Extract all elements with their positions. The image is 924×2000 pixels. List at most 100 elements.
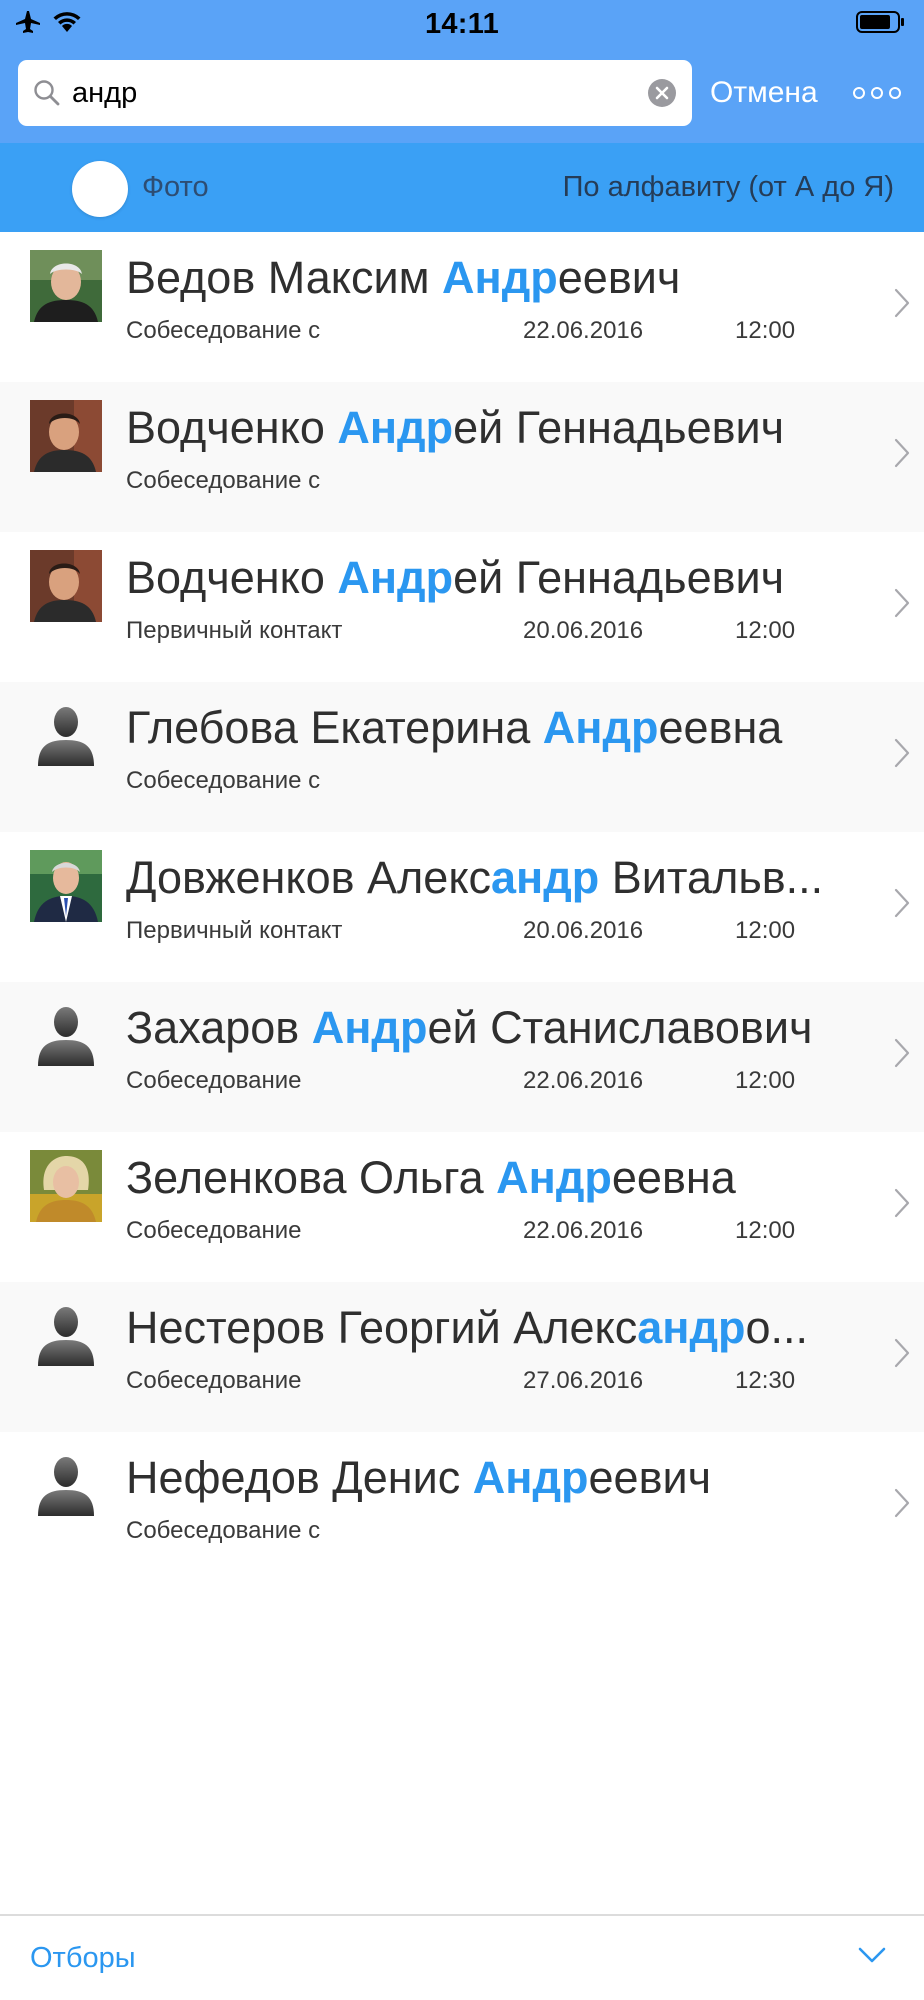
- avatar-photo: [30, 1150, 102, 1222]
- name-text: еевна: [611, 1152, 736, 1203]
- candidate-date: 22.06.2016: [523, 1217, 644, 1244]
- name-text: Водченко: [126, 402, 338, 453]
- candidate-name: Нефедов Денис Андреевич: [126, 1452, 866, 1504]
- candidate-list: Ведов Максим Андреевич Собеседование с 22.…: [0, 232, 924, 1582]
- status-bar: 14:11: [0, 0, 924, 48]
- name-text: ей Геннадьевич: [453, 402, 785, 453]
- search-box: [18, 60, 692, 126]
- name-text: ей Геннадьевич: [453, 552, 785, 603]
- more-options-icon[interactable]: [852, 86, 902, 100]
- candidate-time: 12:00: [735, 1067, 796, 1094]
- chevron-right-icon: [894, 438, 910, 468]
- name-match-highlight: андр: [491, 852, 600, 903]
- top-area: 14:11 андр Отмена: [0, 0, 924, 143]
- candidate-name: Водченко Андрей Геннадьевич: [126, 402, 866, 454]
- sort-order-button[interactable]: По алфавиту (от А до Я): [563, 143, 894, 232]
- candidate-status: Собеседование с: [126, 767, 321, 794]
- candidate-date: 22.06.2016: [523, 317, 644, 344]
- bottom-bar: Отборы: [0, 1914, 924, 2000]
- candidate-name: Ведов Максим Андреевич: [126, 252, 866, 304]
- candidate-status: Собеседование с: [126, 317, 321, 344]
- candidate-name: Захаров Андрей Станиславович: [126, 1002, 866, 1054]
- name-match-highlight: Андр: [472, 1452, 589, 1503]
- candidate-date: 20.06.2016: [523, 617, 644, 644]
- name-text: еевич: [588, 1452, 712, 1503]
- person-placeholder-icon: [30, 1300, 102, 1372]
- candidate-date: 27.06.2016: [523, 1367, 644, 1394]
- candidate-row[interactable]: Нефедов Денис Андреевич Собеседование с: [0, 1432, 924, 1582]
- photo-toggle[interactable]: [72, 161, 128, 217]
- candidate-row[interactable]: Ведов Максим Андреевич Собеседование с 22.…: [0, 232, 924, 382]
- filter-bar: Фото По алфавиту (от А до Я): [0, 143, 924, 232]
- screen: 14:11 андр Отмена Фото По алфавиту (от А…: [0, 0, 924, 2000]
- name-text: Довженков Алекс: [126, 852, 492, 903]
- chevron-right-icon: [894, 1038, 910, 1068]
- candidate-row[interactable]: Глебова Екатерина Андреевна Собеседование…: [0, 682, 924, 832]
- chevron-right-icon: [894, 288, 910, 318]
- chevron-right-icon: [894, 888, 910, 918]
- avatar-photo: [30, 550, 102, 622]
- cancel-button[interactable]: Отмена: [710, 60, 818, 126]
- name-match-highlight: Андр: [442, 252, 558, 303]
- candidate-name: Глебова Екатерина Андреевна: [126, 702, 866, 754]
- avatar-photo: [30, 400, 102, 472]
- photo-label: Фото: [142, 171, 209, 203]
- name-text: Витальв...: [599, 852, 824, 903]
- name-text: Зеленкова Ольга: [126, 1152, 497, 1203]
- candidate-status: Собеседование: [126, 1367, 302, 1394]
- candidate-row[interactable]: Зеленкова Ольга Андреевна Собеседование 22…: [0, 1132, 924, 1282]
- candidate-row[interactable]: Захаров Андрей Станиславович Собеседовани…: [0, 982, 924, 1132]
- name-match-highlight: Андр: [542, 702, 659, 753]
- candidate-date: 22.06.2016: [523, 1067, 644, 1094]
- chevron-right-icon: [894, 588, 910, 618]
- clear-search-icon[interactable]: [648, 79, 676, 107]
- candidate-date: 20.06.2016: [523, 917, 644, 944]
- candidate-status: Первичный контакт: [126, 617, 343, 644]
- chevron-right-icon: [894, 1188, 910, 1218]
- name-text: еевна: [658, 702, 783, 753]
- avatar-photo: [30, 850, 102, 922]
- chevron-right-icon: [894, 1488, 910, 1518]
- candidate-time: 12:30: [735, 1367, 796, 1394]
- name-match-highlight: Андр: [337, 552, 454, 603]
- avatar-photo: [30, 250, 102, 322]
- candidate-row[interactable]: Водченко Андрей Геннадьевич Собеседование…: [0, 382, 924, 532]
- candidate-name: Зеленкова Ольга Андреевна: [126, 1152, 866, 1204]
- name-text: Глебова Екатерина: [126, 702, 543, 753]
- battery-icon: [856, 10, 906, 39]
- candidate-time: 12:00: [735, 317, 796, 344]
- search-icon: [34, 80, 60, 106]
- name-text: Нестеров Георгий Алекс: [126, 1302, 638, 1353]
- chevron-down-icon[interactable]: [858, 1946, 886, 1964]
- person-placeholder-icon: [30, 1450, 102, 1522]
- candidate-row[interactable]: Водченко Андрей Геннадьевич Первичный кон…: [0, 532, 924, 682]
- chevron-right-icon: [894, 1338, 910, 1368]
- candidate-status: Собеседование: [126, 1067, 302, 1094]
- candidate-name: Нестеров Георгий Александро...: [126, 1302, 866, 1354]
- person-placeholder-icon: [30, 700, 102, 772]
- name-text: ей Станиславович: [427, 1002, 813, 1053]
- name-text: Ведов Максим: [126, 252, 443, 303]
- name-text: Нефедов Денис: [126, 1452, 473, 1503]
- search-row: Отмена: [0, 60, 924, 126]
- name-text: Водченко: [126, 552, 338, 603]
- candidate-status: Первичный контакт: [126, 917, 343, 944]
- name-match-highlight: Андр: [311, 1002, 428, 1053]
- name-text: еевич: [557, 252, 681, 303]
- search-input[interactable]: [72, 60, 642, 126]
- candidate-name: Довженков Александр Витальв...: [126, 852, 866, 904]
- candidate-name: Водченко Андрей Геннадьевич: [126, 552, 866, 604]
- candidate-row[interactable]: Нестеров Георгий Александро... Собеседова…: [0, 1282, 924, 1432]
- name-text: Захаров: [126, 1002, 312, 1053]
- name-match-highlight: Андр: [337, 402, 454, 453]
- name-match-highlight: андр: [637, 1302, 746, 1353]
- candidate-time: 12:00: [735, 1217, 796, 1244]
- candidate-time: 12:00: [735, 917, 796, 944]
- candidate-status: Собеседование с: [126, 467, 321, 494]
- filters-button[interactable]: Отборы: [30, 1916, 136, 2000]
- chevron-right-icon: [894, 738, 910, 768]
- status-time: 14:11: [424, 8, 500, 40]
- candidate-row[interactable]: Довженков Александр Витальв... Первичный …: [0, 832, 924, 982]
- person-placeholder-icon: [30, 1000, 102, 1072]
- candidate-status: Собеседование с: [126, 1517, 321, 1544]
